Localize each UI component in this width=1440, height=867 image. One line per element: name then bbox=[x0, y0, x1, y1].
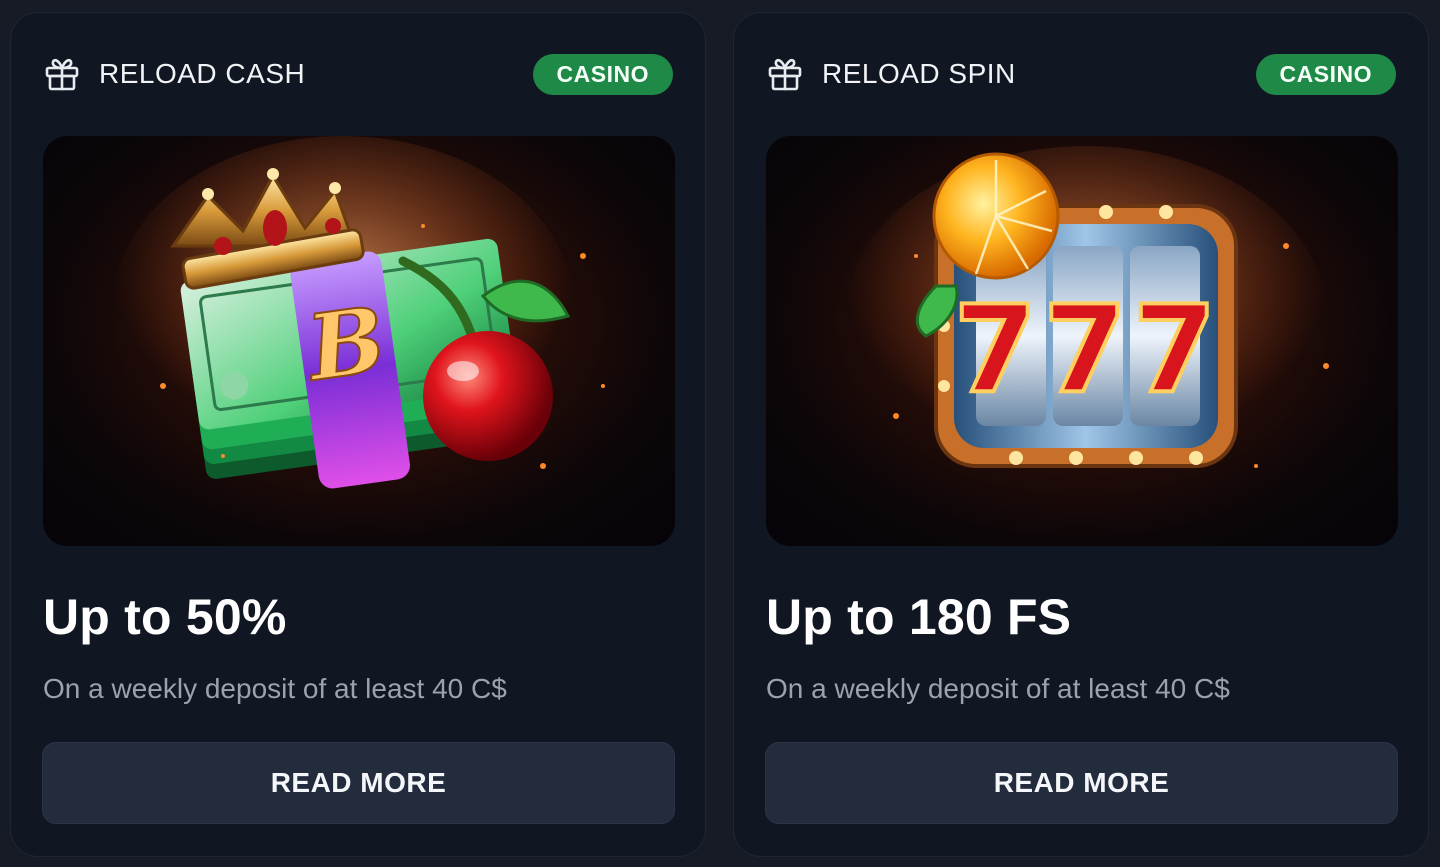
promo-card-reload-spin: RELOAD SPIN CASINO 777 Up to 180 FS On a… bbox=[733, 12, 1429, 857]
promo-description: On a weekly deposit of at least 40 C$ bbox=[766, 673, 1230, 704]
promo-card-reload-cash: RELOAD CASH CASINO B Up to 50% On a week… bbox=[10, 12, 706, 857]
card-header: RELOAD CASH CASINO bbox=[43, 53, 673, 95]
read-more-button[interactable]: READ MORE bbox=[42, 742, 675, 824]
promo-illustration-spin: 777 bbox=[766, 136, 1398, 546]
promo-description: On a weekly deposit of at least 40 C$ bbox=[43, 673, 507, 704]
promo-headline: Up to 180 FS bbox=[766, 589, 1072, 645]
read-more-button[interactable]: READ MORE bbox=[765, 742, 1398, 824]
illustration-777: 777 bbox=[954, 281, 1223, 420]
promo-illustration-cash: B bbox=[43, 136, 675, 546]
gift-icon bbox=[43, 55, 81, 93]
casino-badge: CASINO bbox=[532, 53, 673, 95]
casino-badge: CASINO bbox=[1255, 53, 1396, 95]
card-title: RELOAD CASH bbox=[99, 58, 306, 89]
card-title: RELOAD SPIN bbox=[822, 58, 1016, 89]
promotions-page: RELOAD CASH CASINO B Up to 50% On a week… bbox=[0, 0, 1440, 867]
promo-headline: Up to 50% bbox=[43, 589, 287, 645]
gift-icon bbox=[766, 55, 804, 93]
card-header: RELOAD SPIN CASINO bbox=[766, 53, 1396, 95]
